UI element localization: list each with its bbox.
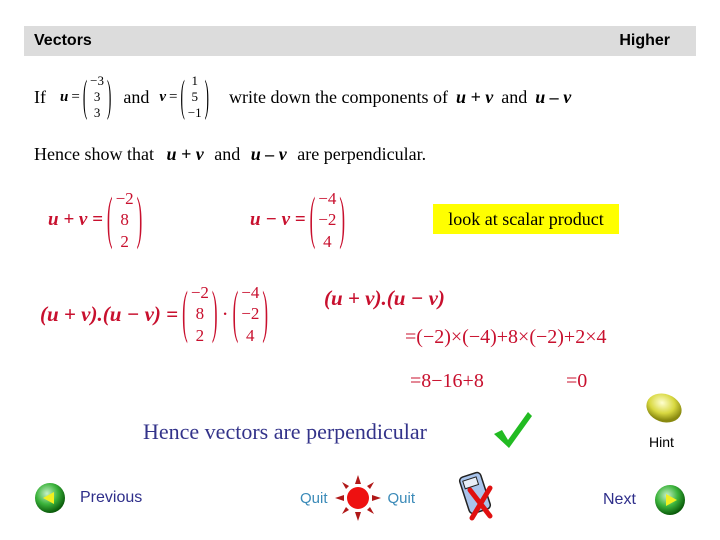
- u-label: u: [60, 88, 69, 105]
- diff-result: u − v = (−4 −2 4): [250, 180, 345, 260]
- diff-label: u − v =: [250, 209, 306, 230]
- diff-vector: (−4 −2 4): [232, 280, 269, 345]
- v-label: v: [159, 88, 167, 105]
- previous-arrow-icon: [35, 483, 65, 513]
- previous-label: Previous: [80, 489, 143, 506]
- next-button[interactable]: Next: [603, 484, 686, 516]
- sum-result: u + v = (−2 8 2): [48, 180, 142, 260]
- checkmark-icon: [494, 412, 532, 448]
- tail-text: are perpendicular.: [297, 144, 427, 164]
- next-arrow-icon: [654, 485, 685, 515]
- and-text: and: [123, 86, 150, 107]
- hence-text: Hence show that: [34, 144, 154, 164]
- hint-bulb-icon: [646, 393, 682, 423]
- dot-product-setup: (u + v).(u − v) = (−2 8 2) · (−4 −2 4): [40, 272, 268, 356]
- calculator-cross-icon[interactable]: [456, 470, 500, 522]
- dot-head: (u + v).(u − v): [324, 286, 445, 310]
- dot-result: =0: [566, 370, 588, 392]
- scalar-product-tip: look at scalar product: [433, 204, 619, 234]
- vector-v: (1 5 −1): [180, 69, 210, 121]
- topic-title: Vectors: [34, 32, 92, 49]
- hint-label: Hint: [649, 434, 674, 450]
- and-text: and: [501, 86, 528, 107]
- sum-vector: (−2 8 2): [182, 280, 218, 345]
- title-bar: Vectors Higher: [24, 26, 696, 56]
- dot-operator: ·: [221, 301, 229, 326]
- dot-label: (u + v).(u − v) =: [40, 301, 179, 326]
- next-label: Next: [603, 491, 636, 508]
- sum-label: u + v =: [48, 209, 103, 230]
- equals-sign: =: [71, 88, 80, 105]
- dot-step-2: =8−16+8: [410, 370, 484, 392]
- quit-label-left: Quit: [300, 489, 328, 507]
- level-label: Higher: [619, 32, 670, 49]
- hint-button[interactable]: Hint: [640, 388, 700, 450]
- diff-vector: (−4 −2 4): [309, 186, 346, 251]
- instruction-text: write down the components of: [229, 86, 448, 107]
- conclusion-text: Hence vectors are perpendicular: [143, 419, 428, 444]
- sum-vector: (−2 8 2): [106, 186, 143, 251]
- expr-diff: u – v: [250, 144, 287, 164]
- if-text: If: [34, 86, 46, 107]
- quit-label-right: Quit: [387, 489, 416, 507]
- dot-step-1: =(−2)×(−4)+8×(−2)+2×4: [405, 326, 607, 348]
- previous-button[interactable]: Previous: [34, 482, 142, 514]
- expr-diff: u – v: [535, 86, 572, 107]
- question-line-2: Hence show that u + v and u – v are perp…: [34, 144, 426, 165]
- expr-sum: u + v: [166, 144, 204, 164]
- sun-quit-icon: [334, 475, 381, 521]
- and-text: and: [214, 144, 241, 164]
- quit-button[interactable]: Quit Quit: [300, 474, 415, 522]
- equals-sign: =: [169, 88, 178, 105]
- vector-u: (−3 3 3): [82, 69, 112, 121]
- question-line-1: If u = (−3 3 3) and v = (1 5 −1) write down …: [34, 66, 571, 128]
- expr-sum: u + v: [455, 86, 494, 107]
